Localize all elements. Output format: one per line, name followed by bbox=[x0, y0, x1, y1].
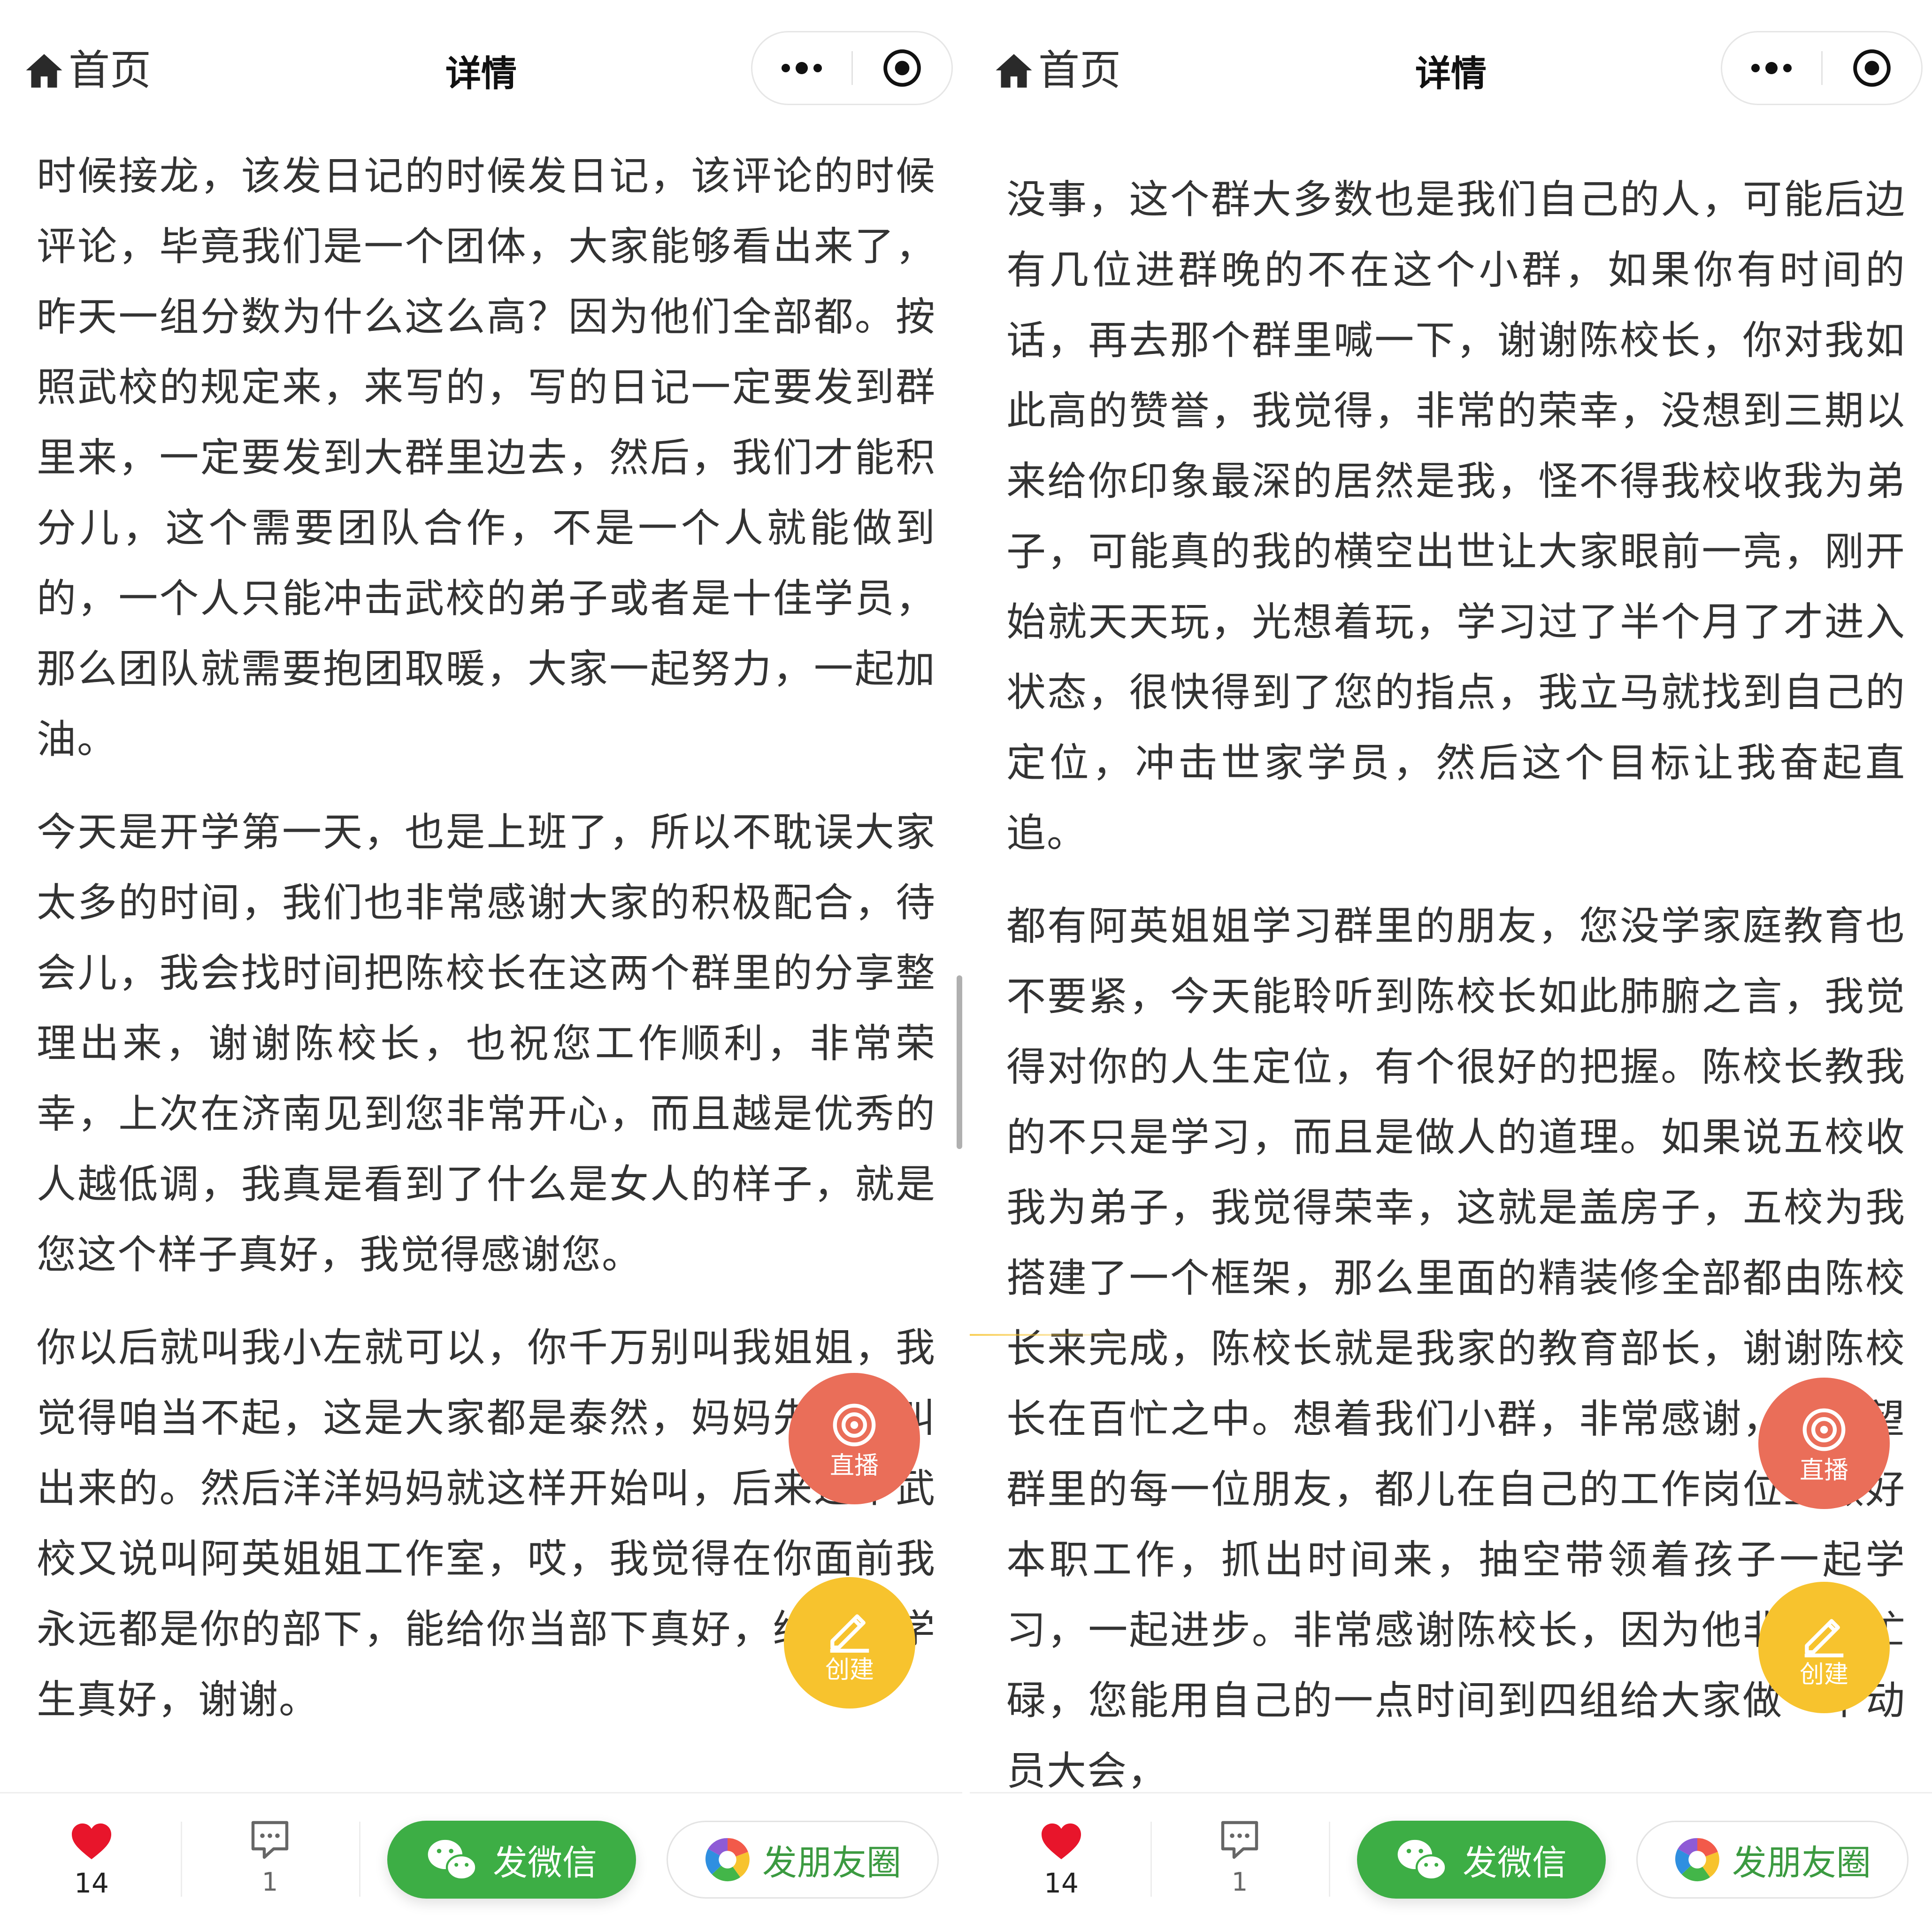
live-label: 直播 bbox=[1799, 1456, 1848, 1485]
more-dots-icon bbox=[782, 62, 822, 74]
more-button[interactable] bbox=[1722, 32, 1821, 104]
create-button[interactable]: 创建 bbox=[1758, 1582, 1890, 1713]
detail-screen-left: 首页 详情 时候接龙，该发日记的时候发日记，该评论的时候评论，毕竟我们是一个团体… bbox=[0, 0, 962, 1931]
wechat-label: 发微信 bbox=[493, 1842, 597, 1883]
article-content: 时候接龙，该发日记的时候发日记，该评论的时候评论，毕竟我们是一个团体，大家能够看… bbox=[37, 141, 936, 1757]
heart-icon bbox=[72, 1823, 111, 1860]
send-wechat-button[interactable]: 发微信 bbox=[387, 1821, 636, 1899]
wechat-icon bbox=[428, 1839, 477, 1881]
create-button[interactable]: 创建 bbox=[784, 1577, 915, 1709]
divider bbox=[1329, 1822, 1330, 1897]
create-label: 创建 bbox=[825, 1656, 874, 1684]
comment-count: 1 bbox=[261, 1867, 278, 1897]
like-count: 14 bbox=[74, 1867, 109, 1899]
capsule-menu bbox=[751, 31, 953, 105]
bottom-action-bar: 14 1 发微信 发朋友圈 bbox=[0, 1792, 962, 1931]
comment-icon bbox=[1221, 1821, 1258, 1859]
moments-icon bbox=[1675, 1838, 1719, 1882]
article-content: 没事，这个群大多数也是我们自己的人，可能后边有几位进群晚的不在这个小群，如果你有… bbox=[1006, 164, 1906, 1829]
live-label: 直播 bbox=[829, 1452, 879, 1480]
comment-count: 1 bbox=[1231, 1867, 1248, 1897]
divider bbox=[359, 1822, 360, 1897]
wechat-label: 发微信 bbox=[1463, 1842, 1567, 1883]
pencil-icon bbox=[830, 1614, 869, 1653]
live-button[interactable]: 直播 bbox=[1758, 1378, 1890, 1509]
divider bbox=[181, 1822, 182, 1897]
nav-header: 首页 详情 bbox=[970, 0, 1932, 141]
nav-header: 首页 详情 bbox=[0, 0, 962, 141]
comment-button[interactable]: 1 bbox=[1209, 1817, 1270, 1895]
more-dots-icon bbox=[1751, 62, 1792, 74]
share-moments-button[interactable]: 发朋友圈 bbox=[1636, 1821, 1909, 1899]
paragraph: 今天是开学第一天，也是上班了，所以不耽误大家太多的时间，我们也非常感谢大家的积极… bbox=[37, 809, 936, 1278]
like-button[interactable]: 14 bbox=[1031, 1822, 1092, 1897]
wechat-icon bbox=[1397, 1839, 1447, 1881]
like-button[interactable]: 14 bbox=[61, 1822, 122, 1897]
comment-icon bbox=[251, 1821, 289, 1859]
target-icon bbox=[883, 49, 921, 87]
pencil-icon bbox=[1804, 1619, 1844, 1657]
selection-highlight bbox=[970, 1334, 1125, 1336]
share-moments-button[interactable]: 发朋友圈 bbox=[667, 1821, 939, 1899]
moments-icon bbox=[705, 1838, 750, 1882]
live-icon bbox=[1802, 1408, 1846, 1451]
target-icon bbox=[1853, 49, 1891, 87]
like-count: 14 bbox=[1044, 1867, 1079, 1899]
paragraph: 没事，这个群大多数也是我们自己的人，可能后边有几位进群晚的不在这个小群，如果你有… bbox=[1006, 176, 1906, 856]
moments-label: 发朋友圈 bbox=[762, 1842, 901, 1883]
more-button[interactable] bbox=[752, 32, 851, 104]
bottom-action-bar: 14 1 发微信 发朋友圈 bbox=[970, 1792, 1932, 1931]
live-icon bbox=[833, 1403, 876, 1447]
close-miniprogram-button[interactable] bbox=[1823, 32, 1922, 104]
comment-button[interactable]: 1 bbox=[239, 1817, 300, 1895]
close-miniprogram-button[interactable] bbox=[853, 32, 952, 104]
divider bbox=[1150, 1822, 1152, 1897]
capsule-menu bbox=[1721, 31, 1923, 105]
live-button[interactable]: 直播 bbox=[789, 1373, 920, 1504]
paragraph: 时候接龙，该发日记的时候发日记，该评论的时候评论，毕竟我们是一个团体，大家能够看… bbox=[37, 153, 936, 762]
heart-icon bbox=[1042, 1823, 1081, 1860]
moments-label: 发朋友圈 bbox=[1732, 1842, 1871, 1883]
send-wechat-button[interactable]: 发微信 bbox=[1357, 1821, 1606, 1899]
scrollbar[interactable] bbox=[957, 975, 962, 1149]
detail-screen-right: 首页 详情 没事，这个群大多数也是我们自己的人，可能后边有几位进群晚的不在这个小… bbox=[970, 0, 1932, 1931]
create-label: 创建 bbox=[1799, 1661, 1848, 1689]
